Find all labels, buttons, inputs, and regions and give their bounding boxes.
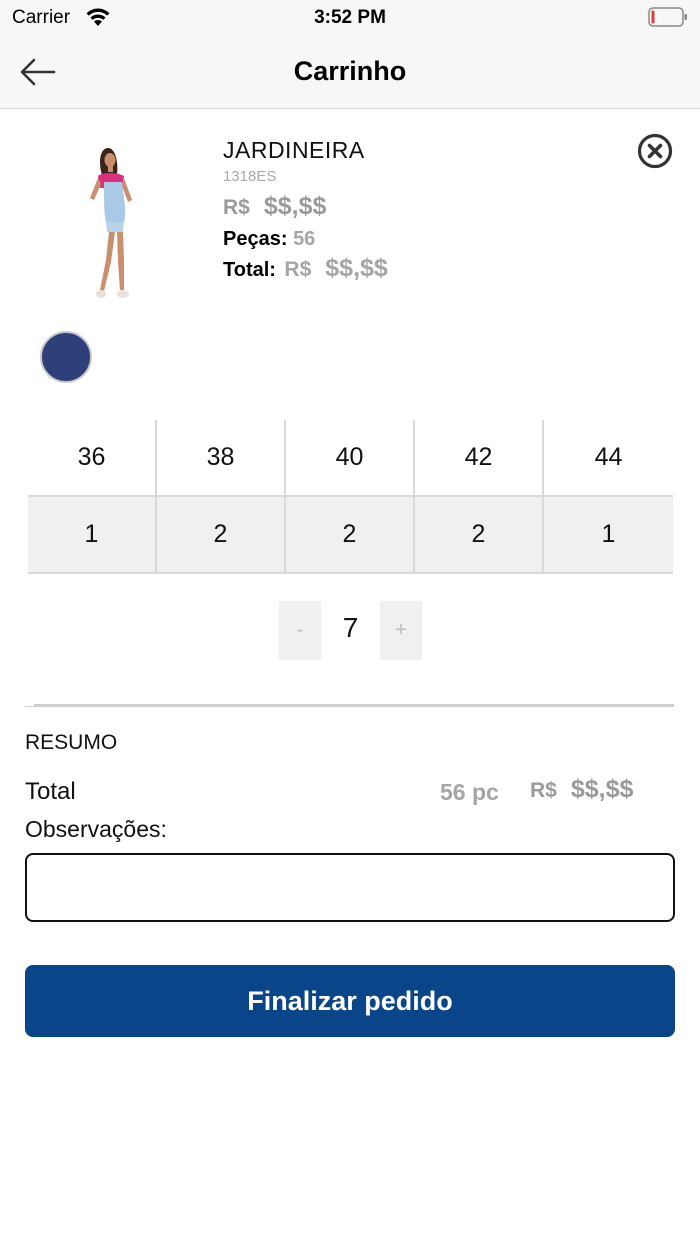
pieces-label: Peças: (223, 228, 288, 250)
summary-currency: R$ (530, 779, 557, 802)
summary-amount: $$,$$ (570, 775, 634, 803)
observations-input[interactable] (25, 853, 675, 922)
product-image[interactable] (78, 140, 148, 308)
product-name: JARDINEIRA (223, 137, 365, 163)
increment-button[interactable]: + (380, 601, 422, 660)
size-header: 40 (286, 420, 415, 497)
observations-label: Observações: (25, 816, 167, 842)
size-grid: 36 38 40 42 44 1 2 2 2 1 (28, 420, 673, 574)
size-header: 38 (157, 420, 286, 497)
size-quantity-cell[interactable]: 1 (28, 497, 157, 574)
decrement-button[interactable]: - (279, 601, 321, 660)
item-total-label: Total: (223, 259, 276, 281)
size-header: 44 (544, 420, 673, 497)
color-swatch[interactable] (40, 331, 92, 383)
price-currency: R$ (223, 196, 250, 219)
pieces-row: Peças: 56 (223, 228, 315, 251)
unit-price: R$ $$,$$ (223, 192, 326, 221)
item-total-value: $$,$$ (325, 254, 388, 282)
size-quantity-cell[interactable]: 2 (157, 497, 286, 574)
quantity-value: 7 (342, 612, 359, 643)
summary-title: RESUMO (25, 731, 118, 754)
divider (25, 706, 34, 707)
size-quantity-cell[interactable]: 2 (415, 497, 544, 574)
checkout-button[interactable]: Finalizar pedido (25, 965, 675, 1037)
size-quantity-cell[interactable]: 2 (286, 497, 415, 574)
price-value: $$,$$ (263, 192, 327, 220)
battery-icon (648, 7, 687, 27)
close-circle-icon[interactable] (636, 132, 674, 170)
product-code: 1318ES (223, 168, 277, 185)
pieces-value: 56 (293, 228, 316, 250)
summary-price: R$ $$,$$ (530, 775, 633, 804)
size-quantity-cell[interactable]: 1 (544, 497, 673, 574)
item-total-row: Total: R$ $$,$$ (223, 254, 388, 283)
summary-pieces: 56 pc (440, 779, 499, 805)
item-total-currency: R$ (284, 258, 312, 281)
summary-total-label: Total (25, 778, 76, 805)
nav-bar: Carrinho (0, 36, 700, 109)
page-title: Carrinho (293, 56, 407, 86)
size-header: 36 (28, 420, 157, 497)
divider (34, 704, 674, 707)
status-bar: Carrier 3:52 PM (0, 0, 700, 36)
size-header: 42 (415, 420, 544, 497)
clock: 3:52 PM (314, 7, 386, 28)
